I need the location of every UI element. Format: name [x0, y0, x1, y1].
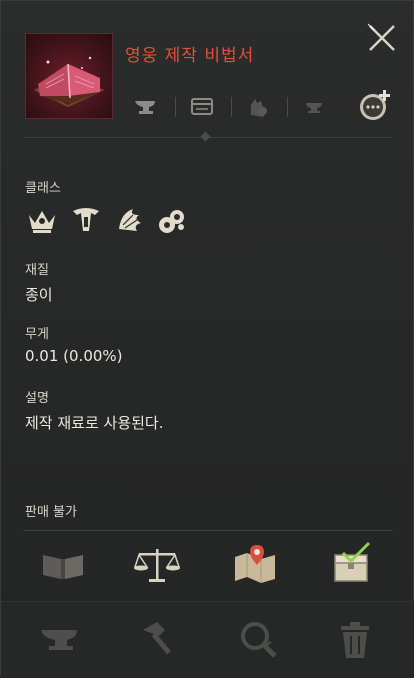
item-name: 영웅 제작 비법서 — [125, 46, 255, 66]
hammer-icon[interactable] — [135, 616, 183, 662]
item-header: 영웅 제작 비법서 — [1, 1, 414, 146]
weight-value: 0.01 (0.00%) — [25, 347, 123, 365]
sale-status-label: 판매 불가 — [25, 505, 77, 520]
hand-bag-icon[interactable] — [243, 91, 273, 121]
description-label: 설명 — [25, 391, 49, 406]
actions-divider — [23, 530, 393, 531]
item-toolbar — [125, 90, 395, 125]
anvil-small-icon[interactable] — [299, 91, 329, 121]
magnifier-icon[interactable] — [235, 616, 283, 662]
open-book-icon[interactable] — [39, 541, 87, 589]
toolbar-separator — [231, 97, 232, 117]
divider-ornament — [200, 131, 211, 142]
class-icons — [25, 203, 195, 239]
toolbar-separator — [175, 97, 176, 117]
warrior-class-icon — [69, 203, 103, 237]
map-pin-icon[interactable] — [231, 541, 279, 589]
chat-add-icon[interactable] — [357, 87, 393, 123]
description-value: 제작 재료로 사용된다. — [25, 414, 164, 432]
item-tooltip-panel: 영웅 제작 비법서 클래스 재질 종이 무게 0.01 (0.00%) 설명 제… — [0, 0, 414, 678]
scales-icon[interactable] — [133, 541, 181, 589]
toolbar-separator — [287, 97, 288, 117]
action-row — [1, 537, 414, 595]
anvil-icon[interactable] — [131, 91, 161, 121]
storage-chest-icon[interactable] — [187, 91, 217, 121]
bottom-action-bar — [1, 601, 414, 678]
checked-chest-icon[interactable] — [329, 541, 377, 589]
material-label: 재질 — [25, 263, 49, 278]
crown-class-icon — [25, 203, 59, 237]
class-label: 클래스 — [25, 181, 61, 196]
recipe-book-icon — [25, 33, 113, 119]
anvil-icon[interactable] — [37, 616, 85, 662]
trash-icon[interactable] — [331, 616, 379, 662]
orb-class-icon — [155, 203, 189, 237]
weight-label: 무게 — [25, 327, 49, 342]
wing-class-icon — [113, 203, 147, 237]
close-icon[interactable] — [365, 21, 399, 55]
material-value: 종이 — [25, 286, 53, 304]
